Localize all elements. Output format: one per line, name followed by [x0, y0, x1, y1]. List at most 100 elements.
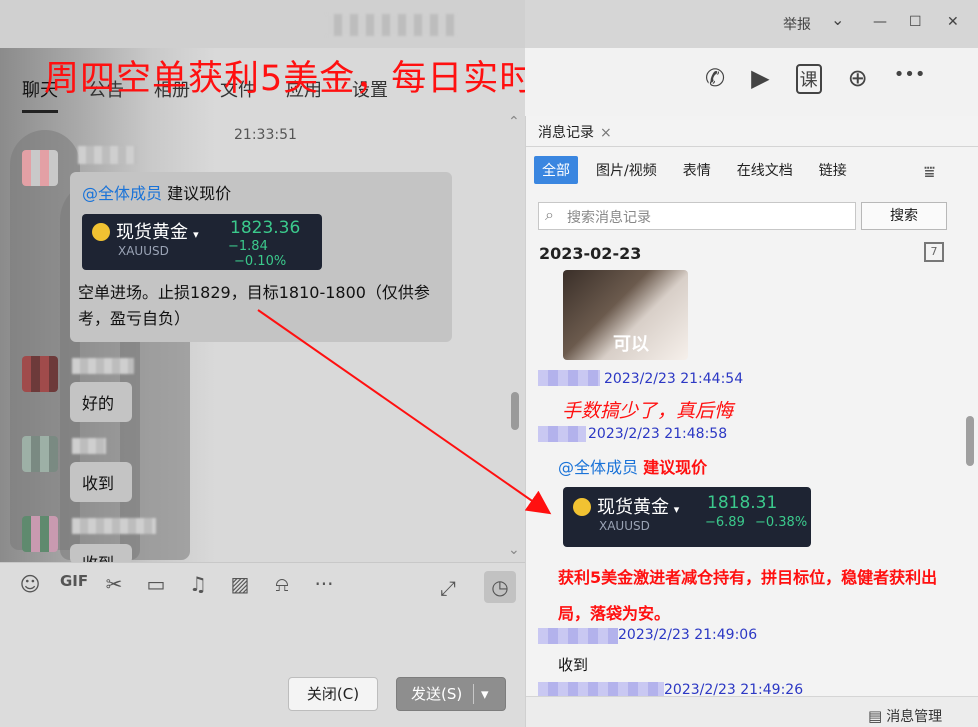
video-icon[interactable]: ▶ [751, 64, 769, 94]
filter-docs[interactable]: 在线文档 [729, 156, 801, 184]
message-text: 建议现价 [167, 184, 232, 203]
blurred-sender-name [538, 370, 600, 386]
image-icon[interactable]: ▨ [228, 572, 252, 596]
card-symbol: XAUUSD [599, 519, 650, 533]
send-dropdown-icon[interactable]: ▾ [481, 678, 489, 710]
chat-action-icons: ✆ ▶ 课 ⊕ ••• [705, 64, 926, 94]
gif-icon[interactable]: GIF [60, 572, 88, 596]
shake-icon[interactable]: ♫ [186, 572, 210, 596]
blurred-sender-name [538, 426, 586, 442]
maximize-icon[interactable]: ☐ [909, 14, 922, 30]
card-dropdown-icon: ▾ [193, 228, 199, 241]
message-history-panel: 消息记录 × 全部 图片/视频 表情 在线文档 链接 ⩸ ⌕ 搜索消息记录 搜索 … [525, 116, 978, 727]
search-icon: ⌕ [545, 205, 554, 224]
gold-coin-icon [573, 497, 591, 516]
gold-coin-icon [92, 222, 110, 241]
chevron-down-icon[interactable]: ⌄ [831, 10, 844, 29]
window-controls: 举报 ⌄ — ☐ ✕ [525, 0, 978, 48]
bell-off-icon[interactable]: ⍾ [270, 572, 294, 596]
expand-icon[interactable]: ⤢ [440, 576, 456, 600]
card-symbol: XAUUSD [118, 244, 169, 258]
history-scrollbar[interactable] [966, 416, 974, 466]
card-price: 1823.36 [230, 218, 301, 238]
chat-scrollbar[interactable] [511, 392, 519, 430]
message-management-icon: ▤ [868, 707, 883, 725]
more-icon[interactable]: ··· [312, 572, 336, 596]
input-toolbar: ☺ GIF ✂ ▭ ♫ ▨ ⍾ ··· [18, 572, 336, 596]
message-bubble[interactable]: @全体成员 建议现价 现货黄金 ▾ XAUUSD 1823.36 −1.84 −… [70, 172, 452, 342]
card-change-pct: −0.38% [754, 515, 808, 530]
card-name: 现货黄金 [116, 222, 188, 243]
filter-tabs: 全部 图片/视频 表情 在线文档 链接 [534, 156, 855, 184]
filter-links[interactable]: 链接 [811, 156, 855, 184]
sticker-text: 可以 [613, 334, 649, 355]
title-bar [0, 0, 525, 48]
avatar[interactable] [22, 150, 58, 186]
emoji-icon[interactable]: ☺ [18, 572, 42, 596]
blurred-group-name [326, 14, 456, 36]
search-input[interactable]: ⌕ 搜索消息记录 [538, 202, 856, 230]
close-button[interactable]: 关闭(C) [288, 677, 378, 711]
avatar[interactable] [22, 436, 58, 472]
message-text: 收到 [558, 656, 589, 674]
search-button[interactable]: 搜索 [861, 202, 947, 230]
blurred-sender-name [78, 146, 136, 164]
search-placeholder: 搜索消息记录 [567, 210, 651, 226]
course-icon[interactable]: 课 [795, 64, 822, 94]
filter-stickers[interactable]: 表情 [675, 156, 719, 184]
card-change-pct: −0.10% [234, 254, 287, 269]
history-icon[interactable]: ◷ [484, 571, 516, 603]
filter-icon[interactable]: ⩸ [924, 162, 935, 183]
report-button[interactable]: 举报 [783, 14, 811, 34]
message-text: 建议现价 [643, 458, 708, 477]
scroll-down-icon[interactable]: ⌄ [508, 542, 520, 558]
blurred-sender-name [72, 518, 156, 534]
calendar-icon[interactable]: 7 [924, 242, 944, 262]
card-change: −6.89 [705, 515, 745, 530]
avatar[interactable] [22, 516, 58, 552]
message-management-label: 消息管理 [886, 709, 943, 725]
gold-price-card[interactable]: 现货黄金 ▾ XAUUSD 1818.31 −6.89 −0.38% [563, 487, 811, 547]
message-bubble[interactable]: 收到 [70, 462, 132, 502]
headline-overlay: 周四空单获利5美金，每日实时布局现价单 [44, 59, 525, 99]
send-separator [473, 684, 474, 704]
filter-media[interactable]: 图片/视频 [588, 156, 665, 184]
chat-timestamp: 21:33:51 [234, 127, 297, 143]
message-time: 2023/2/23 21:44:54 [604, 371, 744, 387]
card-name: 现货黄金 [597, 497, 669, 518]
red-annotation: 获利5美金激进者减仓持有，拼目标位，稳健者获利出局，落袋为安。 [558, 568, 938, 623]
card-dropdown-icon: ▾ [673, 503, 680, 516]
mention-all[interactable]: @全体成员 [558, 458, 638, 477]
card-change: −1.84 [228, 239, 268, 254]
scissors-icon[interactable]: ✂ [102, 572, 126, 596]
red-annotation: 手数搞少了，真后悔 [562, 400, 734, 422]
mention-all[interactable]: @全体成员 [82, 184, 162, 203]
message-time: 2023/2/23 21:49:06 [618, 627, 758, 643]
message-bubble[interactable]: 好的 [70, 382, 132, 422]
message-time: 2023/2/23 21:48:58 [588, 426, 728, 442]
history-tab[interactable]: 消息记录 × [538, 122, 612, 142]
close-icon[interactable]: ✕ [947, 14, 959, 30]
message-management-button[interactable]: ▤ 消息管理 [868, 706, 942, 726]
sticker-image[interactable]: 可以 [563, 270, 688, 360]
close-icon[interactable]: × [600, 125, 612, 141]
chat-pane: 聊天 公告 相册 文件 应用 设置 ⌃ ⌄ 21:33:51 @全体成员 建议现… [0, 0, 525, 727]
message-bubble[interactable]: 收到 [70, 544, 132, 564]
message-body: 空单进场。止损1829，目标1810-1800（仅供参考，盈亏自负） [78, 283, 430, 328]
send-button[interactable]: 发送(S) ▾ [396, 677, 506, 711]
phone-icon[interactable]: ✆ [705, 64, 725, 94]
more-icon[interactable]: ••• [894, 64, 926, 94]
divider [526, 146, 978, 147]
history-tab-label: 消息记录 [538, 125, 594, 141]
scroll-up-icon[interactable]: ⌃ [508, 114, 520, 130]
avatar[interactable] [22, 356, 58, 392]
blurred-sender-name [538, 628, 618, 644]
minimize-icon[interactable]: — [873, 14, 887, 30]
add-icon[interactable]: ⊕ [848, 64, 868, 94]
gold-price-card[interactable]: 现货黄金 ▾ XAUUSD 1823.36 −1.84 −0.10% [82, 214, 322, 270]
blurred-sender-name [72, 358, 134, 374]
history-date: 2023-02-23 [539, 244, 642, 263]
send-label: 发送(S) [411, 685, 463, 703]
folder-icon[interactable]: ▭ [144, 572, 168, 596]
filter-all[interactable]: 全部 [534, 156, 578, 184]
